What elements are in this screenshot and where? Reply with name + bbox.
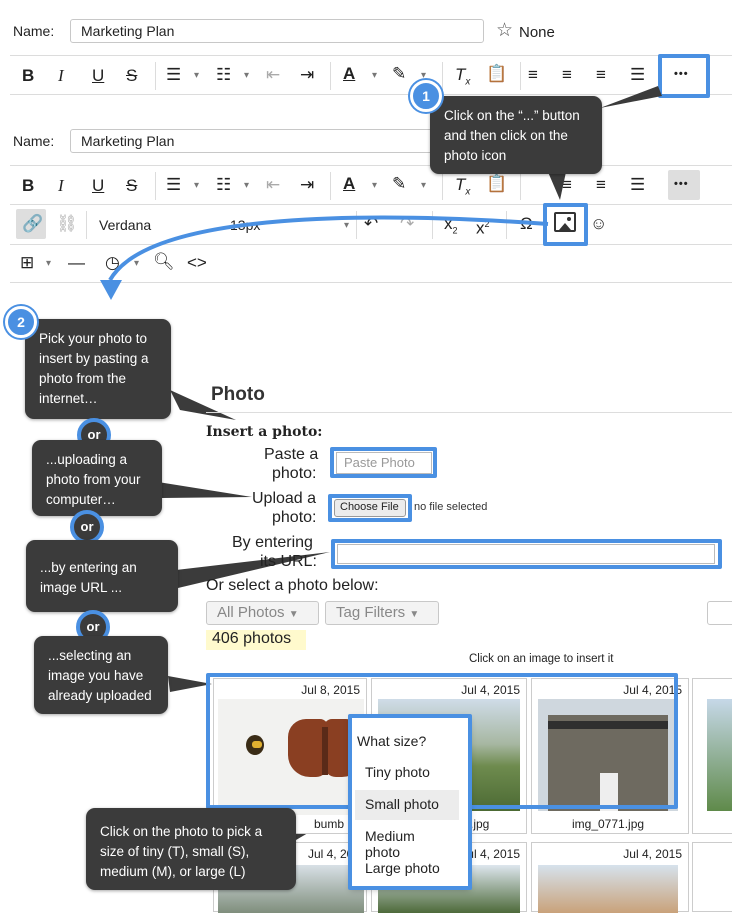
insert-label: Insert a photo:: [206, 424, 323, 440]
caret-down-icon: ▼: [409, 609, 420, 620]
search-photos-input[interactable]: [707, 601, 732, 625]
photo-date: Jul 4, 2015: [623, 847, 682, 861]
photo-filename: .jpg: [470, 817, 490, 831]
photo-title: Photo: [211, 384, 265, 405]
upload-label-1: Upload a: [252, 490, 317, 507]
no-file-label: no file selected: [414, 501, 488, 513]
photo-card[interactable]: [692, 678, 732, 834]
upload-label-2: photo:: [272, 509, 317, 526]
callout-url: ...by entering an image URL ...: [26, 540, 178, 612]
or-badge: or: [70, 510, 104, 544]
callout-step2: Pick your photo to insert by pasting a p…: [25, 319, 171, 419]
url-highlight: [331, 539, 722, 569]
photo-thumbnail[interactable]: [538, 865, 678, 913]
step1-badge: 1: [410, 80, 442, 112]
photo-filename: bumb: [314, 817, 345, 831]
tag-filters-button[interactable]: Tag Filters ▼: [325, 601, 439, 625]
url-label-2: its URL:: [260, 553, 317, 570]
step2-badge: 2: [5, 306, 37, 338]
click-hint: Click on an image to insert it: [469, 653, 614, 665]
photo-filename: img_0771.jpg: [572, 817, 645, 831]
photo-thumbnail-landscape[interactable]: [707, 699, 732, 811]
all-photos-button[interactable]: All Photos ▼: [206, 601, 319, 625]
paste-label-1: Paste a: [264, 446, 319, 463]
tag-filters-label: Tag Filters: [336, 604, 406, 621]
callout-upload: ...uploading a photo from your computer…: [32, 440, 162, 516]
all-photos-label: All Photos: [217, 604, 285, 621]
size-menu-highlight: [348, 714, 472, 890]
photo-count: 406 photos: [206, 630, 306, 650]
paste-highlight: [330, 447, 437, 478]
callout-size: Click on the photo to pick a size of tin…: [86, 808, 296, 890]
callout-select: ...selecting an image you have already u…: [34, 636, 168, 714]
caret-down-icon: ▼: [288, 609, 299, 620]
callout-step1: Click on the “...” button and then click…: [430, 96, 602, 174]
upload-highlight: [328, 494, 412, 522]
title-divider: [206, 412, 732, 413]
paste-label-2: photo:: [272, 465, 317, 482]
select-label: Or select a photo below:: [206, 577, 379, 594]
url-label-1: By entering: [232, 534, 313, 551]
